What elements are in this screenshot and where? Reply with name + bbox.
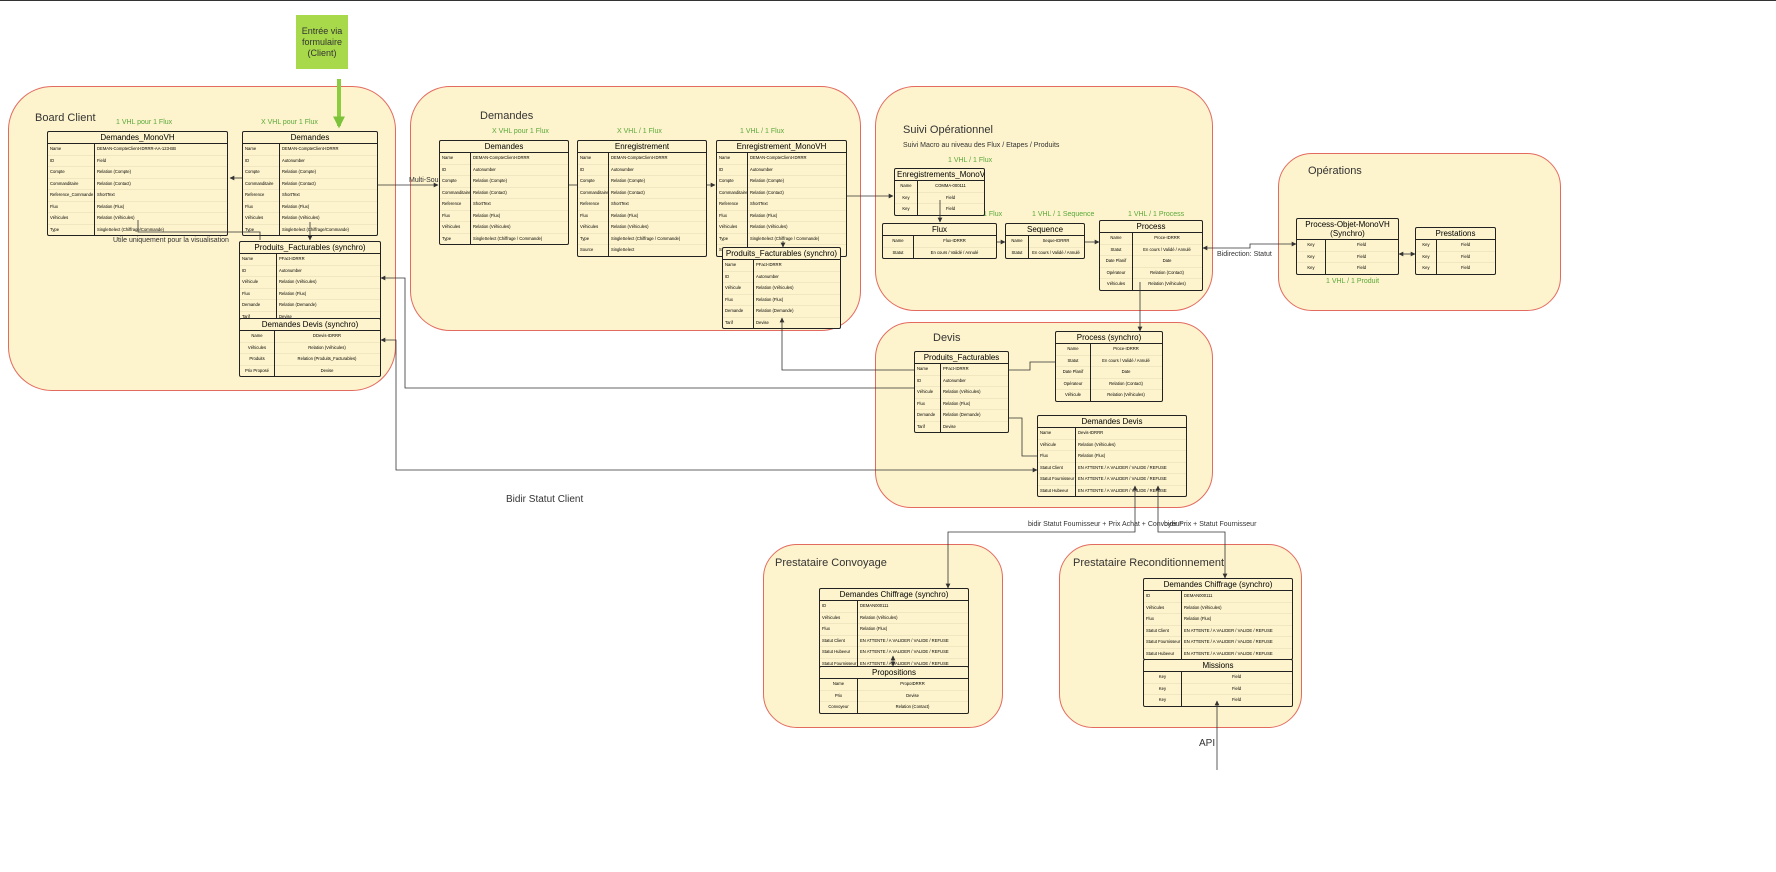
wire-devisprod-demprod <box>779 317 914 371</box>
connectors <box>137 79 1416 770</box>
wire-devisprod-proc <box>1009 361 1055 371</box>
wire-mono-to-prod <box>137 220 261 240</box>
wire-dd-recond <box>1155 485 1228 579</box>
wire-proc-ops <box>1202 241 1297 251</box>
wire-devisprod-dd <box>1009 417 1037 457</box>
wire-dd-boarddevis <box>380 337 1038 473</box>
wire-devisprod-boardprod <box>380 275 914 389</box>
wire-dd-convoyage <box>945 485 1138 589</box>
